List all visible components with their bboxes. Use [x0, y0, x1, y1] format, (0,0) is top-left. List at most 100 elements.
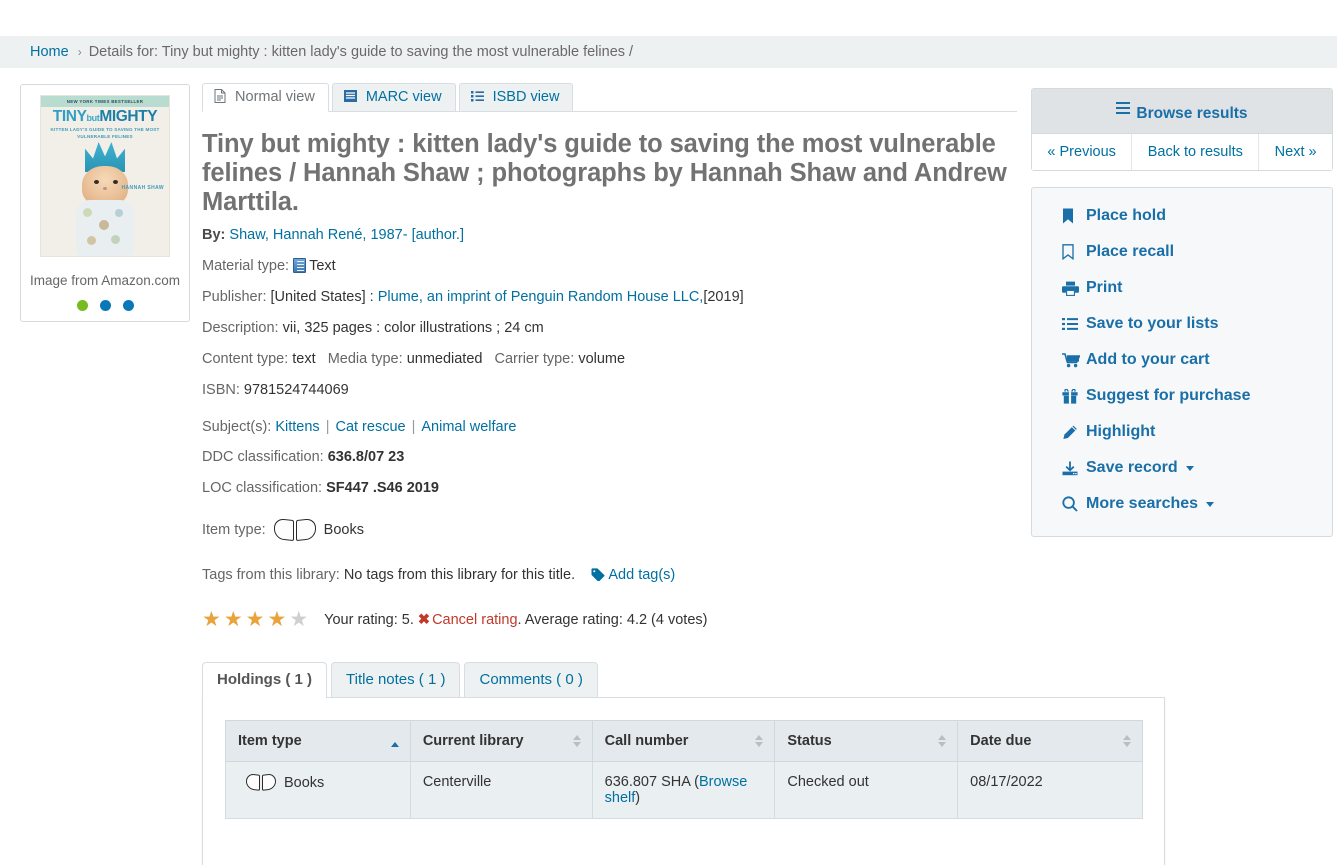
suggest-for-purchase-button[interactable]: Suggest for purchase [1032, 378, 1332, 414]
subject-link-kittens[interactable]: Kittens [275, 419, 319, 435]
star-rating[interactable]: ★ ★ ★ ★ ★ [202, 609, 308, 630]
byline: By: Shaw, Hannah René, 1987- [author.] [202, 227, 1017, 243]
cell-status: Checked out [775, 762, 958, 819]
media-type-value: unmediated [407, 351, 483, 367]
item-type-row: Item type: Books [202, 519, 1017, 541]
carrier-type-value: volume [578, 351, 625, 367]
cart-icon [1062, 353, 1086, 368]
add-tags-label: Add tag(s) [608, 567, 675, 583]
call-number-text: 636.807 SHA ( [605, 774, 699, 790]
next-button[interactable]: Next » [1259, 134, 1332, 170]
chevron-down-icon [1186, 466, 1194, 471]
star-icon-4[interactable]: ★ [267, 609, 286, 630]
save-record-button[interactable]: Save record [1032, 450, 1332, 486]
more-searches-button[interactable]: More searches [1032, 486, 1332, 522]
material-type-row: Material type: Text [202, 257, 1017, 275]
ddc-label: DDC classification: [202, 449, 324, 465]
back-to-results-button[interactable]: Back to results [1132, 134, 1259, 170]
column-header-status[interactable]: Status [775, 721, 958, 762]
cancel-rating-button[interactable]: ✖Cancel rating [418, 612, 518, 628]
item-type-value: Books [324, 522, 364, 538]
book-cover-image[interactable]: NEW YORK TIMES BESTSELLER TINYbutMIGHTY … [40, 95, 170, 257]
subject-separator: | [412, 419, 416, 435]
cover-kitten-nose [103, 187, 107, 190]
column-header-current-library[interactable]: Current library [410, 721, 592, 762]
rating-row: ★ ★ ★ ★ ★ Your rating: 5. ✖Cancel rating… [202, 609, 1017, 630]
star-icon-1[interactable]: ★ [202, 609, 221, 630]
carrier-type-label: Carrier type: [495, 351, 575, 367]
save-to-lists-button[interactable]: Save to your lists [1032, 306, 1332, 342]
highlight-button[interactable]: Highlight [1032, 414, 1332, 450]
open-book-icon [246, 774, 276, 791]
add-to-cart-button[interactable]: Add to your cart [1032, 342, 1332, 378]
subjects-label: Subject(s): [202, 419, 271, 435]
loc-label: LOC classification: [202, 480, 322, 496]
place-hold-label: Place hold [1086, 207, 1166, 225]
breadcrumb-current: Details for: Tiny but mighty : kitten la… [89, 44, 633, 60]
isbn-label: ISBN: [202, 382, 240, 398]
media-type-label: Media type: [328, 351, 403, 367]
tab-isbd-view[interactable]: ISBD view [459, 83, 574, 111]
subject-link-cat-rescue[interactable]: Cat rescue [335, 419, 405, 435]
ddc-value: 636.8/07 23 [328, 449, 405, 465]
subjects-row: Subject(s): Kittens | Cat rescue | Animal we… [202, 419, 1017, 435]
tags-row: Tags from this library: No tags from thi… [202, 567, 1017, 583]
cover-title-tiny: TINY [53, 108, 87, 125]
print-icon [1062, 281, 1086, 296]
cover-title: TINYbutMIGHTY [41, 108, 169, 126]
cell-call-number: 636.807 SHA (Browse shelf) [592, 762, 775, 819]
sort-none-icon [938, 734, 947, 748]
column-header-status-label: Status [787, 733, 831, 749]
previous-button[interactable]: « Previous [1032, 134, 1132, 170]
browse-results-header: Browse results [1032, 89, 1332, 134]
column-header-date-due-label: Date due [970, 733, 1031, 749]
cover-blanket-dot [87, 236, 96, 245]
tab-holdings[interactable]: Holdings ( 1 ) [202, 662, 327, 698]
content-type-label: Content type: [202, 351, 288, 367]
print-button[interactable]: Print [1032, 270, 1332, 306]
place-recall-button[interactable]: Place recall [1032, 234, 1332, 270]
cover-dot-3[interactable] [123, 300, 134, 311]
column-header-call-number[interactable]: Call number [592, 721, 775, 762]
close-icon: ✖ [418, 612, 430, 628]
tab-marc-view-label: MARC view [366, 89, 442, 105]
tab-title-notes[interactable]: Title notes ( 1 ) [331, 662, 460, 697]
holdings-tabs: Holdings ( 1 ) Title notes ( 1 ) Comment… [202, 662, 1017, 697]
add-tags-link[interactable]: Add tag(s) [591, 567, 675, 583]
record-actions-panel: Place hold Place recall Print [1031, 187, 1333, 537]
browse-results-panel: Browse results « Previous Back to result… [1031, 88, 1333, 171]
publisher-link[interactable]: Plume, an imprint of Penguin Random Hous… [378, 289, 704, 305]
table-row: Books Centerville 636.807 SHA (Browse sh… [226, 762, 1143, 819]
page-body: NEW YORK TIMES BESTSELLER TINYbutMIGHTY … [0, 68, 1343, 865]
sort-none-icon [573, 734, 582, 748]
subject-separator: | [326, 419, 330, 435]
star-icon-3[interactable]: ★ [246, 609, 265, 630]
subject-link-animal-welfare[interactable]: Animal welfare [421, 419, 516, 435]
cover-kitten-eye-right [113, 180, 118, 184]
loc-value: SF447 .S46 2019 [326, 480, 439, 496]
tab-normal-view[interactable]: Normal view [202, 83, 329, 112]
tab-marc-view[interactable]: MARC view [332, 83, 456, 111]
breadcrumb-separator-icon: › [78, 45, 82, 59]
cover-dot-1[interactable] [77, 300, 88, 311]
cover-dot-2[interactable] [100, 300, 111, 311]
cover-title-mighty: MIGHTY [99, 108, 157, 125]
star-icon-2[interactable]: ★ [224, 609, 243, 630]
hamburger-icon [1116, 99, 1130, 117]
cover-bestseller-band: NEW YORK TIMES BESTSELLER [41, 96, 169, 107]
tab-comments[interactable]: Comments ( 0 ) [464, 662, 597, 697]
sort-ascending-icon [391, 738, 400, 744]
tag-icon [591, 567, 605, 583]
place-hold-button[interactable]: Place hold [1032, 198, 1332, 234]
record-column: Normal view MARC view [192, 84, 1031, 865]
cover-kitten-eye-left [94, 180, 99, 184]
material-type-value: Text [309, 258, 336, 274]
author-link[interactable]: Shaw, Hannah René, 1987- [author.] [229, 227, 464, 243]
material-type-label: Material type: [202, 258, 289, 274]
document-icon [214, 89, 230, 105]
column-header-item-type[interactable]: Item type [226, 721, 411, 762]
column-header-date-due[interactable]: Date due [958, 721, 1143, 762]
breadcrumb-home-link[interactable]: Home [30, 44, 69, 60]
isbn-row: ISBN: 9781524744069 [202, 381, 1017, 399]
star-icon-5[interactable]: ★ [289, 609, 308, 630]
